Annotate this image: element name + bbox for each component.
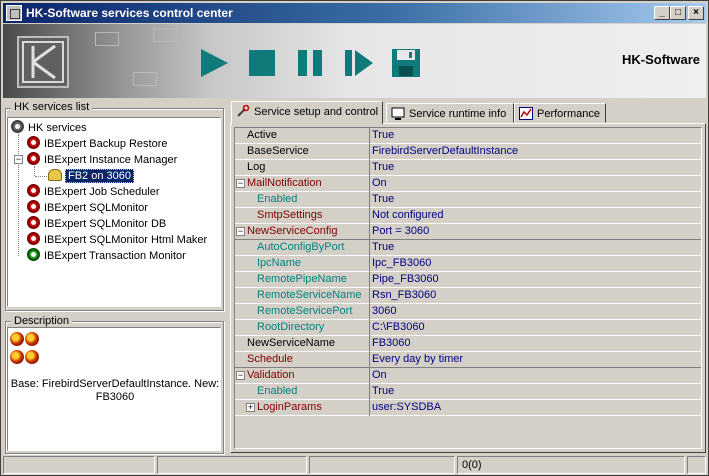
status-cell <box>309 456 455 474</box>
tree-item-backup-restore[interactable]: IBExpert Backup Restore <box>27 136 168 152</box>
property-row[interactable]: NewServiceName FB3060 <box>235 336 701 352</box>
gear-green-icon <box>27 248 40 261</box>
firebird-icon <box>10 332 24 346</box>
property-row[interactable]: Enabled True <box>235 192 701 208</box>
tree-item-sqlmonitor-html-maker[interactable]: IBExpert SQLMonitor Html Maker <box>27 232 207 248</box>
setup-icon <box>236 104 250 118</box>
tree-item-sqlmonitor[interactable]: IBExpert SQLMonitor <box>27 200 148 216</box>
description-panel: Base: FirebirdServerDefaultInstance. New… <box>7 327 221 451</box>
property-row[interactable]: RemoteServicePort 3060 <box>235 304 701 320</box>
tree-root-label: HK services <box>28 122 87 134</box>
property-row[interactable]: BaseService FirebirdServerDefaultInstanc… <box>235 144 701 160</box>
property-row[interactable]: − Validation On <box>235 368 701 384</box>
app-icon[interactable] <box>6 5 22 21</box>
services-tree[interactable]: HK services IBExpert Backup Restore − IB… <box>7 117 221 307</box>
services-root-icon <box>11 120 24 133</box>
tab-service-setup[interactable]: Service setup and control <box>231 101 383 124</box>
window-title: HK-Software services control center <box>26 6 233 20</box>
hk-logo-icon <box>17 36 69 88</box>
firebird-icon <box>10 350 24 364</box>
close-button[interactable]: × <box>688 6 704 20</box>
description-label: Description <box>11 315 73 327</box>
resize-grip[interactable] <box>687 456 706 474</box>
property-grid[interactable]: Active True BaseService FirebirdServerDe… <box>234 127 702 449</box>
tab-runtime-info[interactable]: Service runtime info <box>386 103 514 123</box>
stop-icon[interactable] <box>245 46 279 80</box>
tree-item-job-scheduler[interactable]: IBExpert Job Scheduler <box>27 184 160 200</box>
tree-collapse-button[interactable]: − <box>14 155 23 164</box>
property-row[interactable]: RootDirectory C:\FB3060 <box>235 320 701 336</box>
save-icon[interactable] <box>389 46 423 80</box>
gear-red-icon <box>27 136 40 149</box>
monitor-icon <box>391 107 405 120</box>
status-bar: 0(0) <box>3 456 706 474</box>
status-cell <box>3 456 155 474</box>
step-icon[interactable] <box>341 46 375 80</box>
gear-red-icon <box>27 216 40 229</box>
property-row[interactable]: − NewServiceConfig Port = 3060 <box>235 224 701 240</box>
status-cell <box>157 456 307 474</box>
gear-red-icon <box>27 200 40 213</box>
pause-icon[interactable] <box>293 46 327 80</box>
tree-item-sqlmonitor-db[interactable]: IBExpert SQLMonitor DB <box>27 216 166 232</box>
gear-red-icon <box>27 232 40 245</box>
property-row[interactable]: − MailNotification On <box>235 176 701 192</box>
play-icon[interactable] <box>197 46 231 80</box>
decor-hexagon <box>95 32 119 46</box>
property-row[interactable]: RemotePipeName Pipe_FB3060 <box>235 272 701 288</box>
property-row[interactable]: AutoConfigByPort True <box>235 240 701 256</box>
tree-item-transaction-monitor[interactable]: IBExpert Transaction Monitor <box>27 248 186 264</box>
status-count: 0(0) <box>457 456 685 474</box>
tree-root[interactable]: HK services <box>11 120 87 136</box>
description-text: Base: FirebirdServerDefaultInstance. New… <box>10 378 220 403</box>
property-row[interactable]: IpcName Ipc_FB3060 <box>235 256 701 272</box>
tree-item-instance-manager[interactable]: IBExpert Instance Manager <box>27 152 177 168</box>
firebird-icon <box>25 350 39 364</box>
property-row[interactable]: RemoteServiceName Rsn_FB3060 <box>235 288 701 304</box>
services-list-label: HK services list <box>11 101 93 113</box>
property-row[interactable]: Log True <box>235 160 701 176</box>
tab-performance[interactable]: Performance <box>514 103 606 123</box>
gear-red-icon <box>27 184 40 197</box>
property-row[interactable]: Enabled True <box>235 384 701 400</box>
title-bar[interactable]: HK-Software services control center _ □ … <box>3 3 706 23</box>
service-status-icons <box>10 332 50 368</box>
minimize-button[interactable]: _ <box>654 6 670 20</box>
header-banner: HK-Software <box>3 24 706 98</box>
property-row[interactable]: + LoginParams user:SYSDBA <box>235 400 701 416</box>
main-window: HK-Software services control center _ □ … <box>0 0 709 476</box>
property-row[interactable]: SmtpSettings Not configured <box>235 208 701 224</box>
property-row[interactable]: Active True <box>235 128 701 144</box>
tab-panel: Active True BaseService FirebirdServerDe… <box>230 123 706 453</box>
gear-red-icon <box>27 152 40 165</box>
database-icon <box>48 169 62 181</box>
tree-item-fb2-on-3060[interactable]: FB2 on 3060 <box>48 168 134 184</box>
decor-hexagon <box>133 72 157 86</box>
firebird-icon <box>25 332 39 346</box>
chart-icon <box>519 107 533 120</box>
property-row[interactable]: Schedule Every day by timer <box>235 352 701 368</box>
decor-hexagon <box>153 28 177 42</box>
brand-name: HK-Software <box>621 52 700 67</box>
maximize-button[interactable]: □ <box>670 6 686 20</box>
